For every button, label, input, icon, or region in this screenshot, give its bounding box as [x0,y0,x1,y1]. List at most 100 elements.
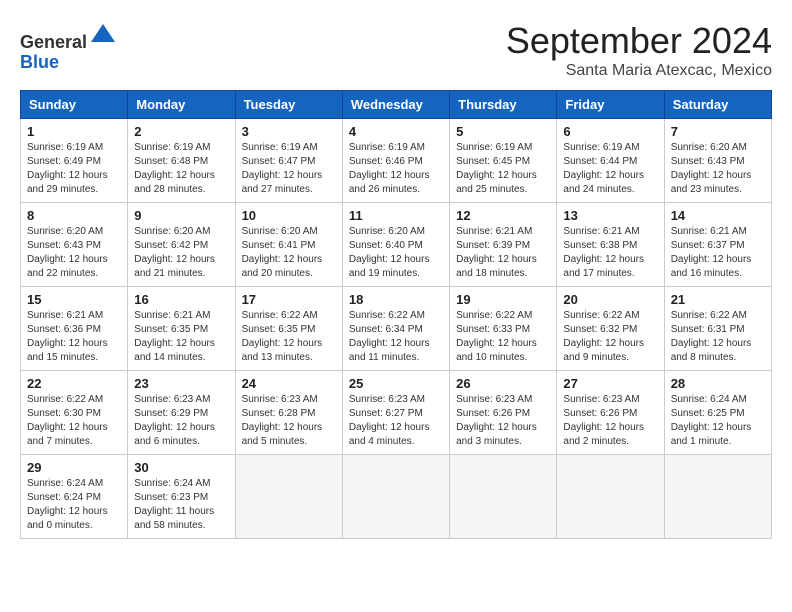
calendar-cell: 24 Sunrise: 6:23 AM Sunset: 6:28 PM Dayli… [235,371,342,455]
day-number: 12 [456,208,550,223]
day-number: 17 [242,292,336,307]
day-info: Sunrise: 6:22 AM Sunset: 6:30 PM Dayligh… [27,393,121,449]
calendar-cell: 1Sunrise: 6:19 AM Sunset: 6:49 PM Daylig… [21,119,128,203]
day-info: Sunrise: 6:19 AM Sunset: 6:45 PM Dayligh… [456,141,550,197]
calendar-cell: 26 Sunrise: 6:23 AM Sunset: 6:26 PM Dayli… [450,371,557,455]
page-header: General Blue September 2024 Santa Maria … [20,20,772,80]
day-number: 26 [456,376,550,391]
calendar-cell: 4Sunrise: 6:19 AM Sunset: 6:46 PM Daylig… [342,119,449,203]
calendar-cell: 16 Sunrise: 6:21 AM Sunset: 6:35 PM Dayli… [128,287,235,371]
logo-general: General [20,32,87,52]
day-info: Sunrise: 6:23 AM Sunset: 6:29 PM Dayligh… [134,393,228,449]
day-info: Sunrise: 6:23 AM Sunset: 6:26 PM Dayligh… [456,393,550,449]
day-info: Sunrise: 6:21 AM Sunset: 6:35 PM Dayligh… [134,309,228,365]
day-info: Sunrise: 6:23 AM Sunset: 6:27 PM Dayligh… [349,393,443,449]
day-number: 29 [27,460,121,475]
day-info: Sunrise: 6:21 AM Sunset: 6:39 PM Dayligh… [456,225,550,281]
weekday-header: Friday [557,91,664,119]
day-info: Sunrise: 6:19 AM Sunset: 6:47 PM Dayligh… [242,141,336,197]
day-number: 7 [671,124,765,139]
logo-text: General Blue [20,20,117,73]
day-number: 14 [671,208,765,223]
day-number: 21 [671,292,765,307]
day-number: 5 [456,124,550,139]
calendar-cell: 21Sunrise: 6:22 AM Sunset: 6:31 PM Dayli… [664,287,771,371]
calendar-cell [450,455,557,539]
calendar-cell: 7 Sunrise: 6:20 AM Sunset: 6:43 PM Daylig… [664,119,771,203]
day-info: Sunrise: 6:20 AM Sunset: 6:42 PM Dayligh… [134,225,228,281]
calendar-cell: 17 Sunrise: 6:22 AM Sunset: 6:35 PM Dayli… [235,287,342,371]
calendar-cell: 19Sunrise: 6:22 AM Sunset: 6:33 PM Dayli… [450,287,557,371]
calendar-cell: 2Sunrise: 6:19 AM Sunset: 6:48 PM Daylig… [128,119,235,203]
day-info: Sunrise: 6:21 AM Sunset: 6:37 PM Dayligh… [671,225,765,281]
calendar-week-row: 1Sunrise: 6:19 AM Sunset: 6:49 PM Daylig… [21,119,772,203]
day-number: 2 [134,124,228,139]
weekday-header: Sunday [21,91,128,119]
calendar-body: 1Sunrise: 6:19 AM Sunset: 6:49 PM Daylig… [21,119,772,539]
month-title: September 2024 [506,20,772,62]
day-number: 8 [27,208,121,223]
calendar-cell: 12 Sunrise: 6:21 AM Sunset: 6:39 PM Dayli… [450,203,557,287]
day-number: 3 [242,124,336,139]
calendar-cell: 25 Sunrise: 6:23 AM Sunset: 6:27 PM Dayli… [342,371,449,455]
day-number: 10 [242,208,336,223]
calendar-week-row: 15 Sunrise: 6:21 AM Sunset: 6:36 PM Dayli… [21,287,772,371]
calendar-cell: 13Sunrise: 6:21 AM Sunset: 6:38 PM Dayli… [557,203,664,287]
day-info: Sunrise: 6:24 AM Sunset: 6:25 PM Dayligh… [671,393,765,449]
day-number: 28 [671,376,765,391]
calendar-cell: 20Sunrise: 6:22 AM Sunset: 6:32 PM Dayli… [557,287,664,371]
calendar-header-row: SundayMondayTuesdayWednesdayThursdayFrid… [21,91,772,119]
day-number: 27 [563,376,657,391]
calendar-cell: 8 Sunrise: 6:20 AM Sunset: 6:43 PM Daylig… [21,203,128,287]
calendar-cell: 15 Sunrise: 6:21 AM Sunset: 6:36 PM Dayli… [21,287,128,371]
calendar-cell: 9 Sunrise: 6:20 AM Sunset: 6:42 PM Daylig… [128,203,235,287]
day-info: Sunrise: 6:19 AM Sunset: 6:49 PM Dayligh… [27,141,121,197]
day-info: Sunrise: 6:23 AM Sunset: 6:28 PM Dayligh… [242,393,336,449]
calendar-week-row: 22 Sunrise: 6:22 AM Sunset: 6:30 PM Dayli… [21,371,772,455]
day-info: Sunrise: 6:24 AM Sunset: 6:24 PM Dayligh… [27,477,121,533]
day-info: Sunrise: 6:20 AM Sunset: 6:43 PM Dayligh… [671,141,765,197]
weekday-header: Thursday [450,91,557,119]
day-info: Sunrise: 6:20 AM Sunset: 6:43 PM Dayligh… [27,225,121,281]
calendar-cell: 22 Sunrise: 6:22 AM Sunset: 6:30 PM Dayli… [21,371,128,455]
day-number: 24 [242,376,336,391]
day-info: Sunrise: 6:22 AM Sunset: 6:32 PM Dayligh… [563,309,657,365]
day-info: Sunrise: 6:23 AM Sunset: 6:26 PM Dayligh… [563,393,657,449]
day-info: Sunrise: 6:21 AM Sunset: 6:36 PM Dayligh… [27,309,121,365]
day-number: 15 [27,292,121,307]
day-info: Sunrise: 6:19 AM Sunset: 6:44 PM Dayligh… [563,141,657,197]
day-number: 22 [27,376,121,391]
logo-blue: Blue [20,52,59,72]
calendar-cell: 27 Sunrise: 6:23 AM Sunset: 6:26 PM Dayli… [557,371,664,455]
day-number: 9 [134,208,228,223]
calendar-cell: 10Sunrise: 6:20 AM Sunset: 6:41 PM Dayli… [235,203,342,287]
day-number: 25 [349,376,443,391]
calendar-table: SundayMondayTuesdayWednesdayThursdayFrid… [20,90,772,539]
weekday-header: Saturday [664,91,771,119]
calendar-header: SundayMondayTuesdayWednesdayThursdayFrid… [21,91,772,119]
day-number: 23 [134,376,228,391]
calendar-cell [557,455,664,539]
day-number: 6 [563,124,657,139]
day-info: Sunrise: 6:22 AM Sunset: 6:35 PM Dayligh… [242,309,336,365]
calendar-cell: 11Sunrise: 6:20 AM Sunset: 6:40 PM Dayli… [342,203,449,287]
calendar-cell: 29 Sunrise: 6:24 AM Sunset: 6:24 PM Dayli… [21,455,128,539]
day-number: 19 [456,292,550,307]
calendar-cell: 30Sunrise: 6:24 AM Sunset: 6:23 PM Dayli… [128,455,235,539]
day-info: Sunrise: 6:21 AM Sunset: 6:38 PM Dayligh… [563,225,657,281]
calendar-cell: 3 Sunrise: 6:19 AM Sunset: 6:47 PM Daylig… [235,119,342,203]
title-block: September 2024 Santa Maria Atexcac, Mexi… [506,20,772,80]
day-number: 16 [134,292,228,307]
calendar-cell: 28 Sunrise: 6:24 AM Sunset: 6:25 PM Dayli… [664,371,771,455]
calendar-cell [342,455,449,539]
day-number: 30 [134,460,228,475]
location: Santa Maria Atexcac, Mexico [506,62,772,80]
calendar-cell: 5 Sunrise: 6:19 AM Sunset: 6:45 PM Daylig… [450,119,557,203]
day-number: 11 [349,208,443,223]
weekday-header: Tuesday [235,91,342,119]
calendar-week-row: 29 Sunrise: 6:24 AM Sunset: 6:24 PM Dayli… [21,455,772,539]
calendar-week-row: 8 Sunrise: 6:20 AM Sunset: 6:43 PM Daylig… [21,203,772,287]
calendar-cell: 6 Sunrise: 6:19 AM Sunset: 6:44 PM Daylig… [557,119,664,203]
logo-icon [89,20,117,48]
weekday-header: Monday [128,91,235,119]
